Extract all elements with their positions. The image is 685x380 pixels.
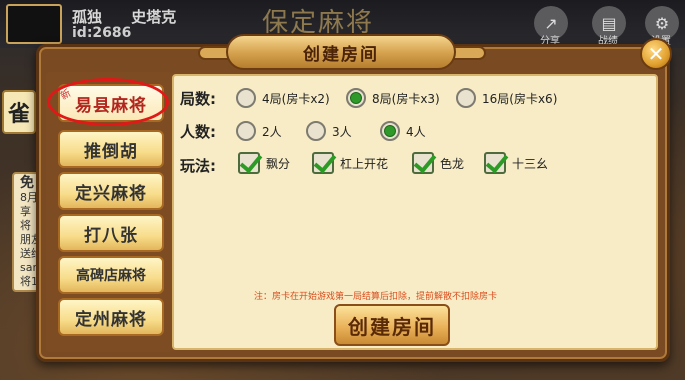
players-option-3[interactable]: 3人	[306, 121, 352, 141]
checkbox-checked-icon[interactable]	[312, 152, 334, 174]
rounds-option-label: 4局(房卡x2)	[262, 91, 330, 106]
user-id: id:2686	[72, 25, 132, 41]
rounds-option-label: 16局(房卡x6)	[482, 91, 558, 106]
rounds-label: 局数:	[180, 90, 216, 108]
mode-button-dingxing[interactable]: 定兴麻将	[58, 172, 164, 210]
dialog-title: 创建房间	[226, 34, 456, 70]
players-label: 人数:	[180, 123, 216, 141]
rule-option-label: 十三幺	[512, 156, 549, 171]
highlight-circle	[47, 78, 169, 126]
rule-option-label: 色龙	[440, 156, 465, 171]
rule-option-piaofen[interactable]: 飘分	[238, 152, 290, 174]
mode-button-dabazhang[interactable]: 打八张	[58, 214, 164, 252]
radio-icon[interactable]	[306, 121, 326, 141]
rounds-option-16[interactable]: 16局(房卡x6)	[456, 88, 557, 108]
rule-option-label: 飘分	[266, 156, 291, 171]
room-card-note: 注：房卡在开始游戏第一局结算后扣除，提前解散不扣除房卡	[254, 292, 498, 302]
avatar[interactable]	[6, 4, 62, 44]
rounds-option-4[interactable]: 4局(房卡x2)	[236, 88, 330, 108]
checkbox-checked-icon[interactable]	[484, 152, 506, 174]
mode-button-dingzhou[interactable]: 定州麻将	[58, 298, 164, 336]
rules-label: 玩法:	[180, 157, 216, 175]
close-icon[interactable]: ✕	[640, 38, 672, 70]
rule-option-selong[interactable]: 色龙	[412, 152, 464, 174]
rounds-option-label: 8局(房卡x3)	[372, 91, 440, 106]
radio-icon[interactable]	[236, 121, 256, 141]
checkbox-checked-icon[interactable]	[238, 152, 260, 174]
players-option-label: 3人	[332, 124, 352, 139]
rule-option-gangshangkaihua[interactable]: 杠上开花	[312, 152, 388, 174]
side-badge[interactable]: 雀	[2, 90, 36, 134]
radio-icon[interactable]	[236, 88, 256, 108]
radio-selected-icon[interactable]	[380, 121, 400, 141]
rounds-option-8[interactable]: 8局(房卡x3)	[346, 88, 440, 108]
radio-selected-icon[interactable]	[346, 88, 366, 108]
rule-option-shisanyao[interactable]: 十三幺	[484, 152, 548, 174]
checkbox-checked-icon[interactable]	[412, 152, 434, 174]
players-option-label: 4人	[406, 124, 426, 139]
username: 孤独 史塔克	[72, 8, 177, 26]
mode-button-tuidaohu[interactable]: 推倒胡	[58, 130, 164, 168]
players-option-label: 2人	[262, 124, 282, 139]
players-option-2[interactable]: 2人	[236, 121, 282, 141]
create-room-button[interactable]: 创建房间	[334, 304, 450, 346]
mode-button-gaobeidian[interactable]: 高碑店麻将	[58, 256, 164, 294]
rule-option-label: 杠上开花	[340, 156, 389, 171]
radio-icon[interactable]	[456, 88, 476, 108]
players-option-4[interactable]: 4人	[380, 121, 426, 141]
